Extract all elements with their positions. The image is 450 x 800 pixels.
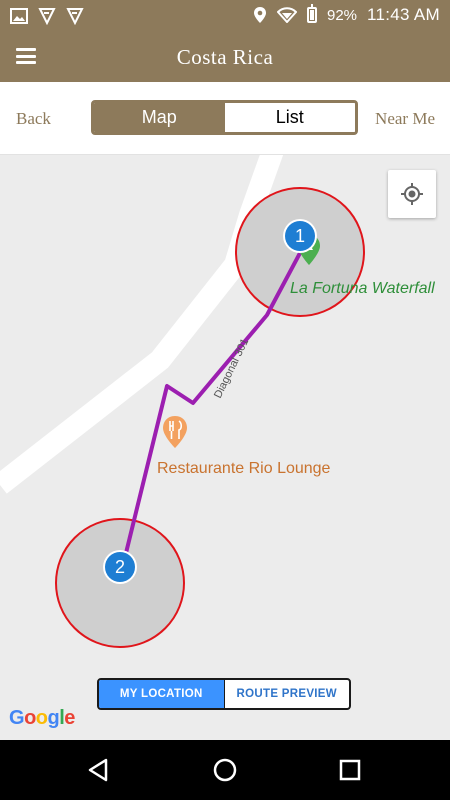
restaurant-pin-icon[interactable]	[163, 416, 187, 448]
app-bar: Costa Rica	[0, 32, 450, 82]
back-button[interactable]: Back	[16, 109, 51, 129]
system-nav-bar	[0, 740, 450, 800]
route-preview-toggle-button[interactable]: ROUTE PREVIEW	[223, 680, 350, 708]
sub-bar: Back Map List Near Me	[0, 82, 450, 155]
google-logo: Google	[9, 707, 75, 729]
view-toggle: MY LOCATION ROUTE PREVIEW	[97, 678, 351, 710]
road	[0, 155, 284, 494]
tab-list[interactable]: List	[224, 103, 355, 132]
battery-percent: 92%	[327, 6, 358, 24]
page-title: Costa Rica	[176, 45, 274, 69]
route-marker-2[interactable]: 2	[105, 552, 135, 582]
status-left-icons	[10, 7, 84, 25]
place-label-la-fortuna[interactable]: La Fortuna Waterfall	[290, 280, 435, 298]
route-marker-1[interactable]: 1	[285, 221, 315, 251]
notification-icon	[38, 8, 56, 25]
home-circle-icon[interactable]	[212, 757, 238, 783]
notification-icon	[66, 8, 84, 25]
map-canvas	[0, 155, 365, 648]
clock: 11:43 AM	[367, 5, 440, 24]
status-right: 92% 11:43 AM	[253, 4, 440, 25]
tab-map[interactable]: Map	[94, 103, 225, 132]
recents-square-icon[interactable]	[337, 757, 363, 783]
status-bar: 92% 11:43 AM	[0, 0, 450, 32]
battery-icon	[307, 4, 317, 23]
image-notification-icon	[10, 8, 28, 24]
view-segmented-control: Map List	[91, 100, 358, 135]
my-location-crosshair-icon	[401, 183, 423, 205]
my-location-button[interactable]	[388, 170, 436, 218]
near-me-button[interactable]: Near Me	[375, 109, 435, 129]
location-icon	[254, 7, 266, 23]
geofence-circle-2	[55, 518, 185, 648]
place-label-restaurant[interactable]: Restaurante Rio Lounge	[157, 460, 330, 478]
my-location-toggle-button[interactable]: MY LOCATION	[99, 680, 224, 708]
map-view[interactable]: Diagonal 301 1 2 La Fortuna Waterfall Re…	[0, 155, 450, 740]
wifi-icon	[277, 7, 297, 23]
back-triangle-icon[interactable]	[86, 757, 112, 783]
